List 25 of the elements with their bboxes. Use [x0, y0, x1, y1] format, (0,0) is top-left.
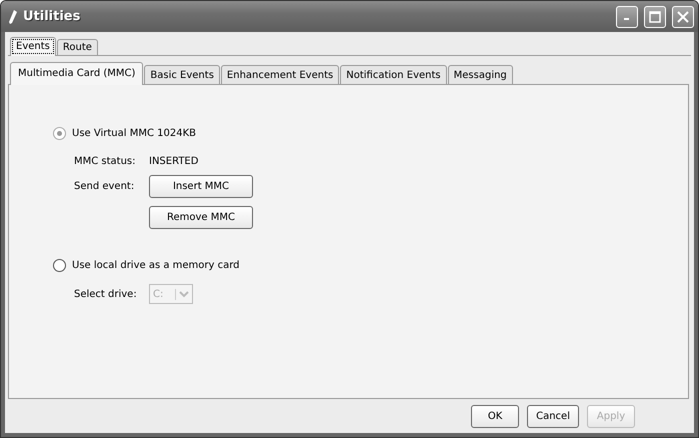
- tab[interactable]: Messaging: [448, 65, 513, 85]
- drive-label: Select drive:: [74, 288, 138, 300]
- maximize-icon: [649, 10, 661, 22]
- tab[interactable]: Enhancement Events: [220, 65, 340, 85]
- status-value: INSERTED: [149, 156, 200, 167]
- minimize-button[interactable]: [616, 6, 638, 28]
- tab[interactable]: Notification Events: [340, 65, 447, 85]
- dialog-button[interactable]: Cancel: [527, 404, 579, 428]
- pen-icon: [9, 10, 17, 24]
- window-title: Utilities: [23, 9, 82, 24]
- maximize-button[interactable]: [644, 6, 666, 28]
- remove-button[interactable]: Remove MMC: [149, 206, 253, 229]
- radio-label: Use local drive as a memory card: [72, 260, 240, 271]
- insert-button[interactable]: Insert MMC: [149, 175, 253, 198]
- send-event-label: Send event:: [74, 181, 136, 192]
- tab[interactable]: Route: [56, 39, 98, 56]
- close-icon: [677, 10, 689, 22]
- tab[interactable]: Basic Events: [144, 65, 220, 85]
- dialog-button[interactable]: OK: [471, 404, 520, 428]
- radio-label: Use Virtual MMC 1024KB: [72, 128, 196, 139]
- radio-button[interactable]: [53, 259, 66, 272]
- close-button[interactable]: [672, 6, 694, 28]
- status-label: MMC status:: [74, 156, 137, 167]
- tab[interactable]: Events: [10, 37, 56, 56]
- tab[interactable]: Multimedia Card (MMC): [10, 62, 144, 85]
